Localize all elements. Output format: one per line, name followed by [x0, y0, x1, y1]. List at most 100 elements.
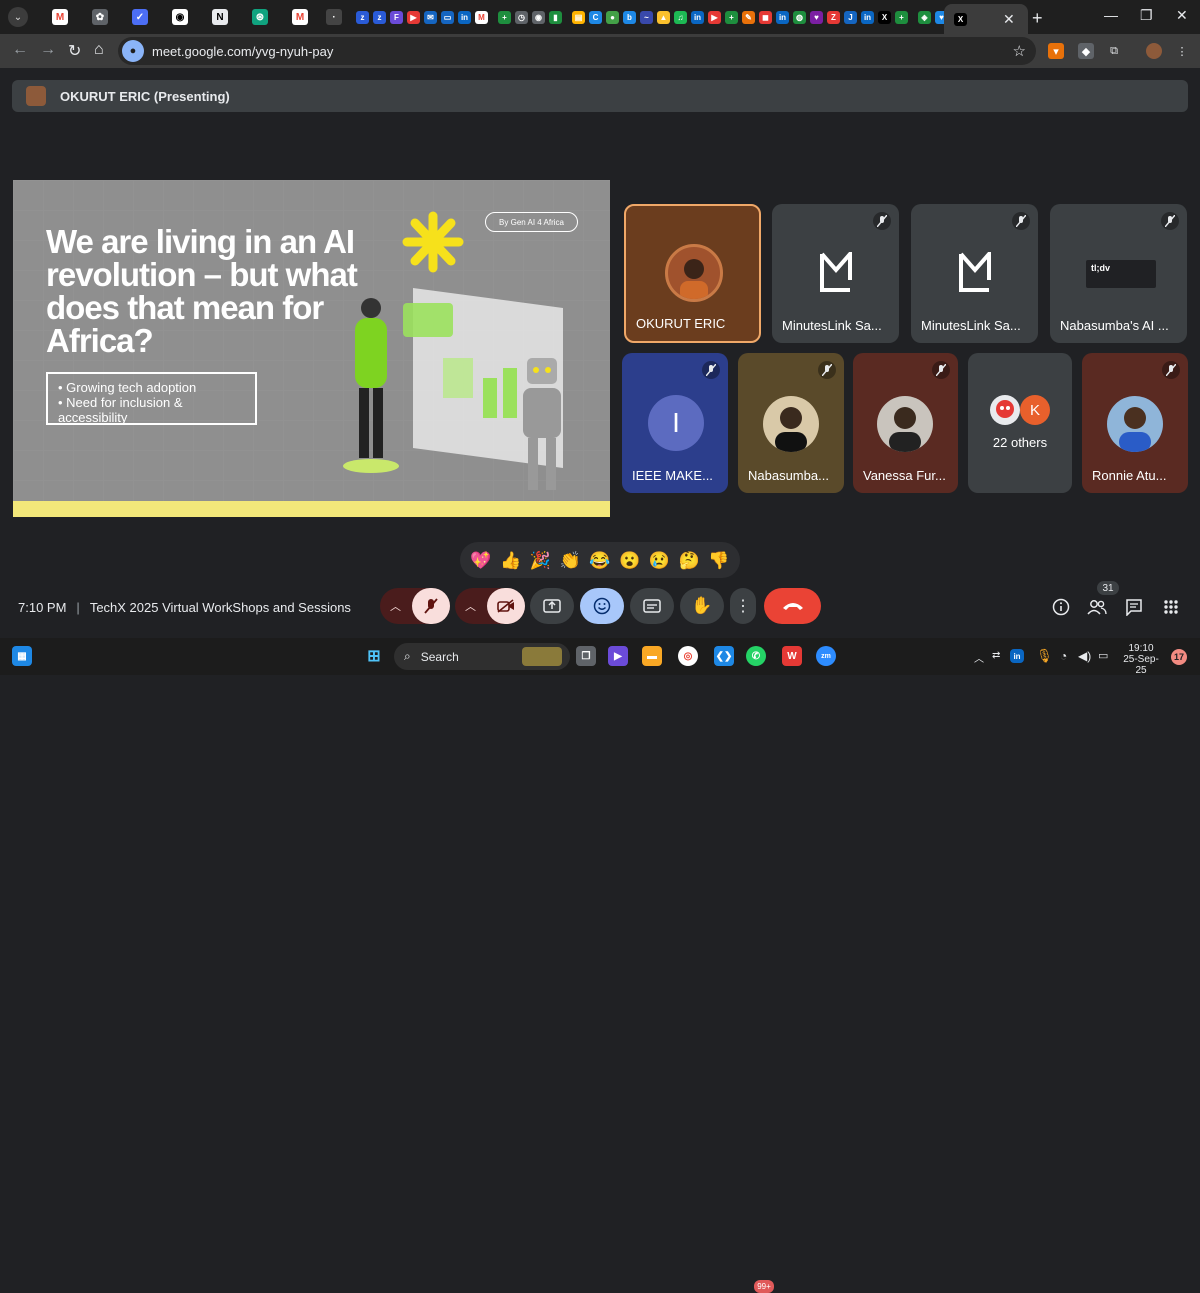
widgets-icon[interactable]: ▦: [12, 646, 32, 666]
mic-toggle-button[interactable]: [412, 588, 450, 624]
tab-search-button[interactable]: ⌄: [8, 7, 28, 27]
participant-tile[interactable]: Vanessa Fur...: [853, 353, 958, 493]
reaction-laugh[interactable]: 😂: [589, 552, 610, 569]
youtube-tab-icon[interactable]: ▶: [407, 10, 420, 24]
zm-tab-icon-2[interactable]: z: [373, 10, 386, 24]
chat-icon[interactable]: [1123, 596, 1145, 618]
reaction-sad[interactable]: 😢: [649, 552, 670, 569]
github-tab-icon-2[interactable]: ◉: [532, 10, 545, 24]
js-tab-icon[interactable]: J: [844, 10, 857, 24]
activities-grid-icon[interactable]: [1160, 596, 1182, 618]
gmail-tab-icon[interactable]: M: [52, 9, 68, 25]
c-tab-icon[interactable]: C: [589, 10, 602, 24]
clipchamp-icon[interactable]: ▶: [608, 646, 628, 666]
linkedin-tab-icon-2[interactable]: in: [691, 10, 704, 24]
close-window-icon[interactable]: ✕: [1176, 7, 1188, 24]
app-tab-icon[interactable]: ✓: [132, 9, 148, 25]
globe-tab-icon[interactable]: ◍: [793, 10, 806, 24]
file-explorer-icon[interactable]: ▬: [642, 646, 662, 666]
plus-tab-icon[interactable]: +: [498, 10, 511, 24]
participant-tile[interactable]: MinutesLink Sa...: [911, 204, 1038, 343]
task-view-icon[interactable]: ❐: [576, 646, 596, 666]
z-tab-icon[interactable]: Z: [827, 10, 840, 24]
leave-call-button[interactable]: [764, 588, 821, 624]
meeting-info-icon[interactable]: [1050, 596, 1072, 618]
participant-tile[interactable]: I IEEE MAKE...: [622, 353, 728, 493]
tray-mic-icon[interactable]: 🎙: [1036, 648, 1053, 664]
more-options-button[interactable]: ⋮: [730, 588, 756, 624]
url-text[interactable]: meet.google.com/yvg-nyuh-pay: [152, 44, 333, 59]
linkedin-tab-icon-3[interactable]: in: [776, 10, 789, 24]
tool-tab-icon[interactable]: ✎: [742, 10, 755, 24]
tray-sync-icon[interactable]: ⇄: [992, 650, 1000, 661]
mic-active-icon[interactable]: ●: [122, 40, 144, 62]
tray-wifi-icon[interactable]: ◔: [1060, 649, 1067, 663]
doc-tab-icon[interactable]: ▤: [572, 10, 585, 24]
reaction-heart[interactable]: 💖: [470, 552, 491, 569]
address-bar[interactable]: ● meet.google.com/yvg-nyuh-pay ☆: [118, 37, 1036, 65]
notification-count-badge[interactable]: 17: [1171, 649, 1187, 665]
plus-tab-icon-2[interactable]: +: [725, 10, 738, 24]
settings-tab-icon[interactable]: ✿: [92, 9, 108, 25]
taskbar-clock[interactable]: 19:10 25-Sep-25: [1118, 643, 1164, 676]
wave-tab-icon[interactable]: ~: [640, 10, 653, 24]
notion-tab-icon[interactable]: N: [212, 9, 228, 25]
audio-options-chevron-icon[interactable]: ︿: [390, 598, 401, 614]
extensions-puzzle-icon[interactable]: ⧉: [1106, 43, 1122, 59]
tray-volume-icon[interactable]: ◀): [1078, 649, 1091, 663]
linkedin-tab-icon[interactable]: in: [458, 10, 471, 24]
reload-icon[interactable]: ↻: [68, 41, 81, 61]
profile-avatar[interactable]: [1146, 43, 1162, 59]
red-tab-icon[interactable]: ◼: [759, 10, 772, 24]
participant-tile[interactable]: tl;dv Nabasumba's AI ...: [1050, 204, 1187, 343]
reaction-thumbs-up[interactable]: 👍: [500, 552, 521, 569]
linkedin-tab-icon-4[interactable]: in: [861, 10, 874, 24]
whatsapp-icon[interactable]: ✆: [746, 646, 766, 666]
form-tab-icon[interactable]: F: [390, 10, 403, 24]
clock-tab-icon[interactable]: ◷: [515, 10, 528, 24]
plus-tab-icon-3[interactable]: +: [895, 10, 908, 24]
circle-tab-icon[interactable]: ●: [606, 10, 619, 24]
active-tab-meet[interactable]: X ✕: [944, 4, 1028, 34]
new-tab-button[interactable]: +: [1032, 8, 1043, 29]
vscode-icon[interactable]: ❮❯: [714, 646, 734, 666]
restore-icon[interactable]: ❐: [1140, 7, 1153, 24]
raise-hand-button[interactable]: ✋: [680, 588, 724, 624]
tray-overflow-icon[interactable]: ︿: [974, 650, 984, 665]
tray-battery-icon[interactable]: ▭: [1098, 649, 1108, 662]
participant-tile-presenter[interactable]: OKURUT ERIC: [624, 204, 761, 343]
people-icon[interactable]: [1086, 596, 1108, 618]
others-tile[interactable]: K 22 others: [968, 353, 1072, 493]
misc-tab-icon[interactable]: ·: [326, 9, 342, 25]
box-tab-icon[interactable]: b: [623, 10, 636, 24]
reaction-surprised[interactable]: 😮: [619, 552, 640, 569]
video-options-chevron-icon[interactable]: ︿: [465, 598, 476, 614]
reaction-thinking[interactable]: 🤔: [679, 552, 700, 569]
reactions-button[interactable]: [580, 588, 624, 624]
reaction-clap[interactable]: 👏: [560, 552, 581, 569]
gmail-tab-icon-2[interactable]: M: [292, 9, 308, 25]
reaction-party[interactable]: 🎉: [530, 552, 551, 569]
browser-menu-icon[interactable]: ⋮: [1174, 43, 1190, 59]
bank-tab-icon[interactable]: ▭: [441, 10, 454, 24]
spotify-tab-icon[interactable]: ♫: [674, 10, 687, 24]
chrome-icon[interactable]: ◎: [678, 646, 698, 666]
windows-start-icon[interactable]: ⊞: [364, 646, 384, 666]
extension-shield-icon[interactable]: ◆: [1078, 43, 1094, 59]
participant-tile[interactable]: Ronnie Atu...: [1082, 353, 1188, 493]
minimize-icon[interactable]: —: [1104, 7, 1118, 23]
wps-office-icon[interactable]: W: [782, 646, 802, 666]
present-screen-button[interactable]: [530, 588, 574, 624]
chart-tab-icon[interactable]: ▮: [549, 10, 562, 24]
taskbar-search[interactable]: ⌕ Search: [394, 643, 570, 670]
back-icon[interactable]: ←: [12, 41, 28, 59]
mail-tab-icon[interactable]: ✉: [424, 10, 437, 24]
youtube-tab-icon-2[interactable]: ▶: [708, 10, 721, 24]
forward-icon[interactable]: →: [40, 41, 56, 59]
gmail-tab-icon-3[interactable]: M: [475, 10, 488, 24]
x-tab-icon[interactable]: X: [878, 10, 891, 24]
shield-tab-icon[interactable]: ◈: [918, 10, 931, 24]
drive-tab-icon[interactable]: ▲: [657, 10, 670, 24]
zoom-icon[interactable]: zm: [816, 646, 836, 666]
heart-tab-icon[interactable]: ♥: [810, 10, 823, 24]
